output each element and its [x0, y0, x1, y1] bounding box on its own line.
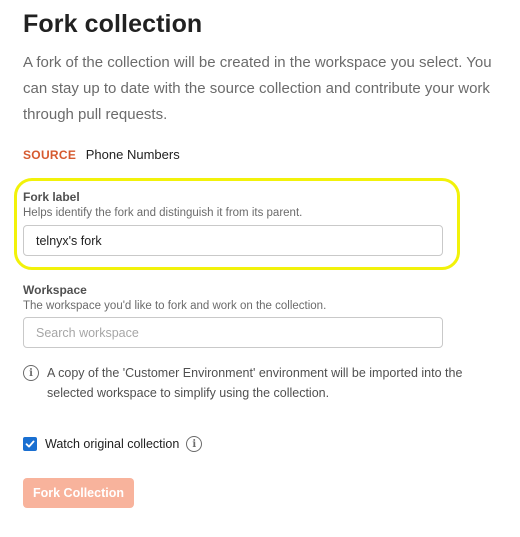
source-collection-name: Phone Numbers: [85, 147, 180, 162]
info-icon: i: [23, 365, 39, 381]
page-description: A fork of the collection will be created…: [23, 54, 492, 123]
workspace-label: Workspace: [23, 283, 87, 297]
watch-collection-row: Watch original collection i: [23, 436, 203, 452]
fork-label-highlight: [14, 178, 460, 270]
fork-label-title: Fork label: [23, 190, 80, 204]
info-icon[interactable]: i: [186, 436, 203, 452]
workspace-help: The workspace you'd like to fork and wor…: [23, 300, 327, 312]
environment-info-text: A copy of the 'Customer Environment' env…: [47, 366, 463, 400]
fork-label-help: Helps identify the fork and distinguish …: [23, 207, 303, 219]
fork-collection-button[interactable]: Fork Collection: [23, 478, 134, 508]
watch-collection-label[interactable]: Watch original collection: [45, 437, 179, 451]
source-tag: SOURCE: [23, 148, 77, 162]
workspace-search-input[interactable]: [23, 317, 443, 348]
page-title: Fork collection: [23, 10, 203, 38]
environment-info: i A copy of the 'Customer Environment' e…: [23, 365, 463, 403]
checkmark-icon: [25, 440, 35, 448]
source-row: SOURCE Phone Numbers: [23, 147, 180, 162]
fork-collection-panel: Fork collection A fork of the collection…: [0, 0, 520, 537]
watch-collection-checkbox[interactable]: [23, 437, 37, 451]
fork-label-input[interactable]: [23, 225, 443, 256]
